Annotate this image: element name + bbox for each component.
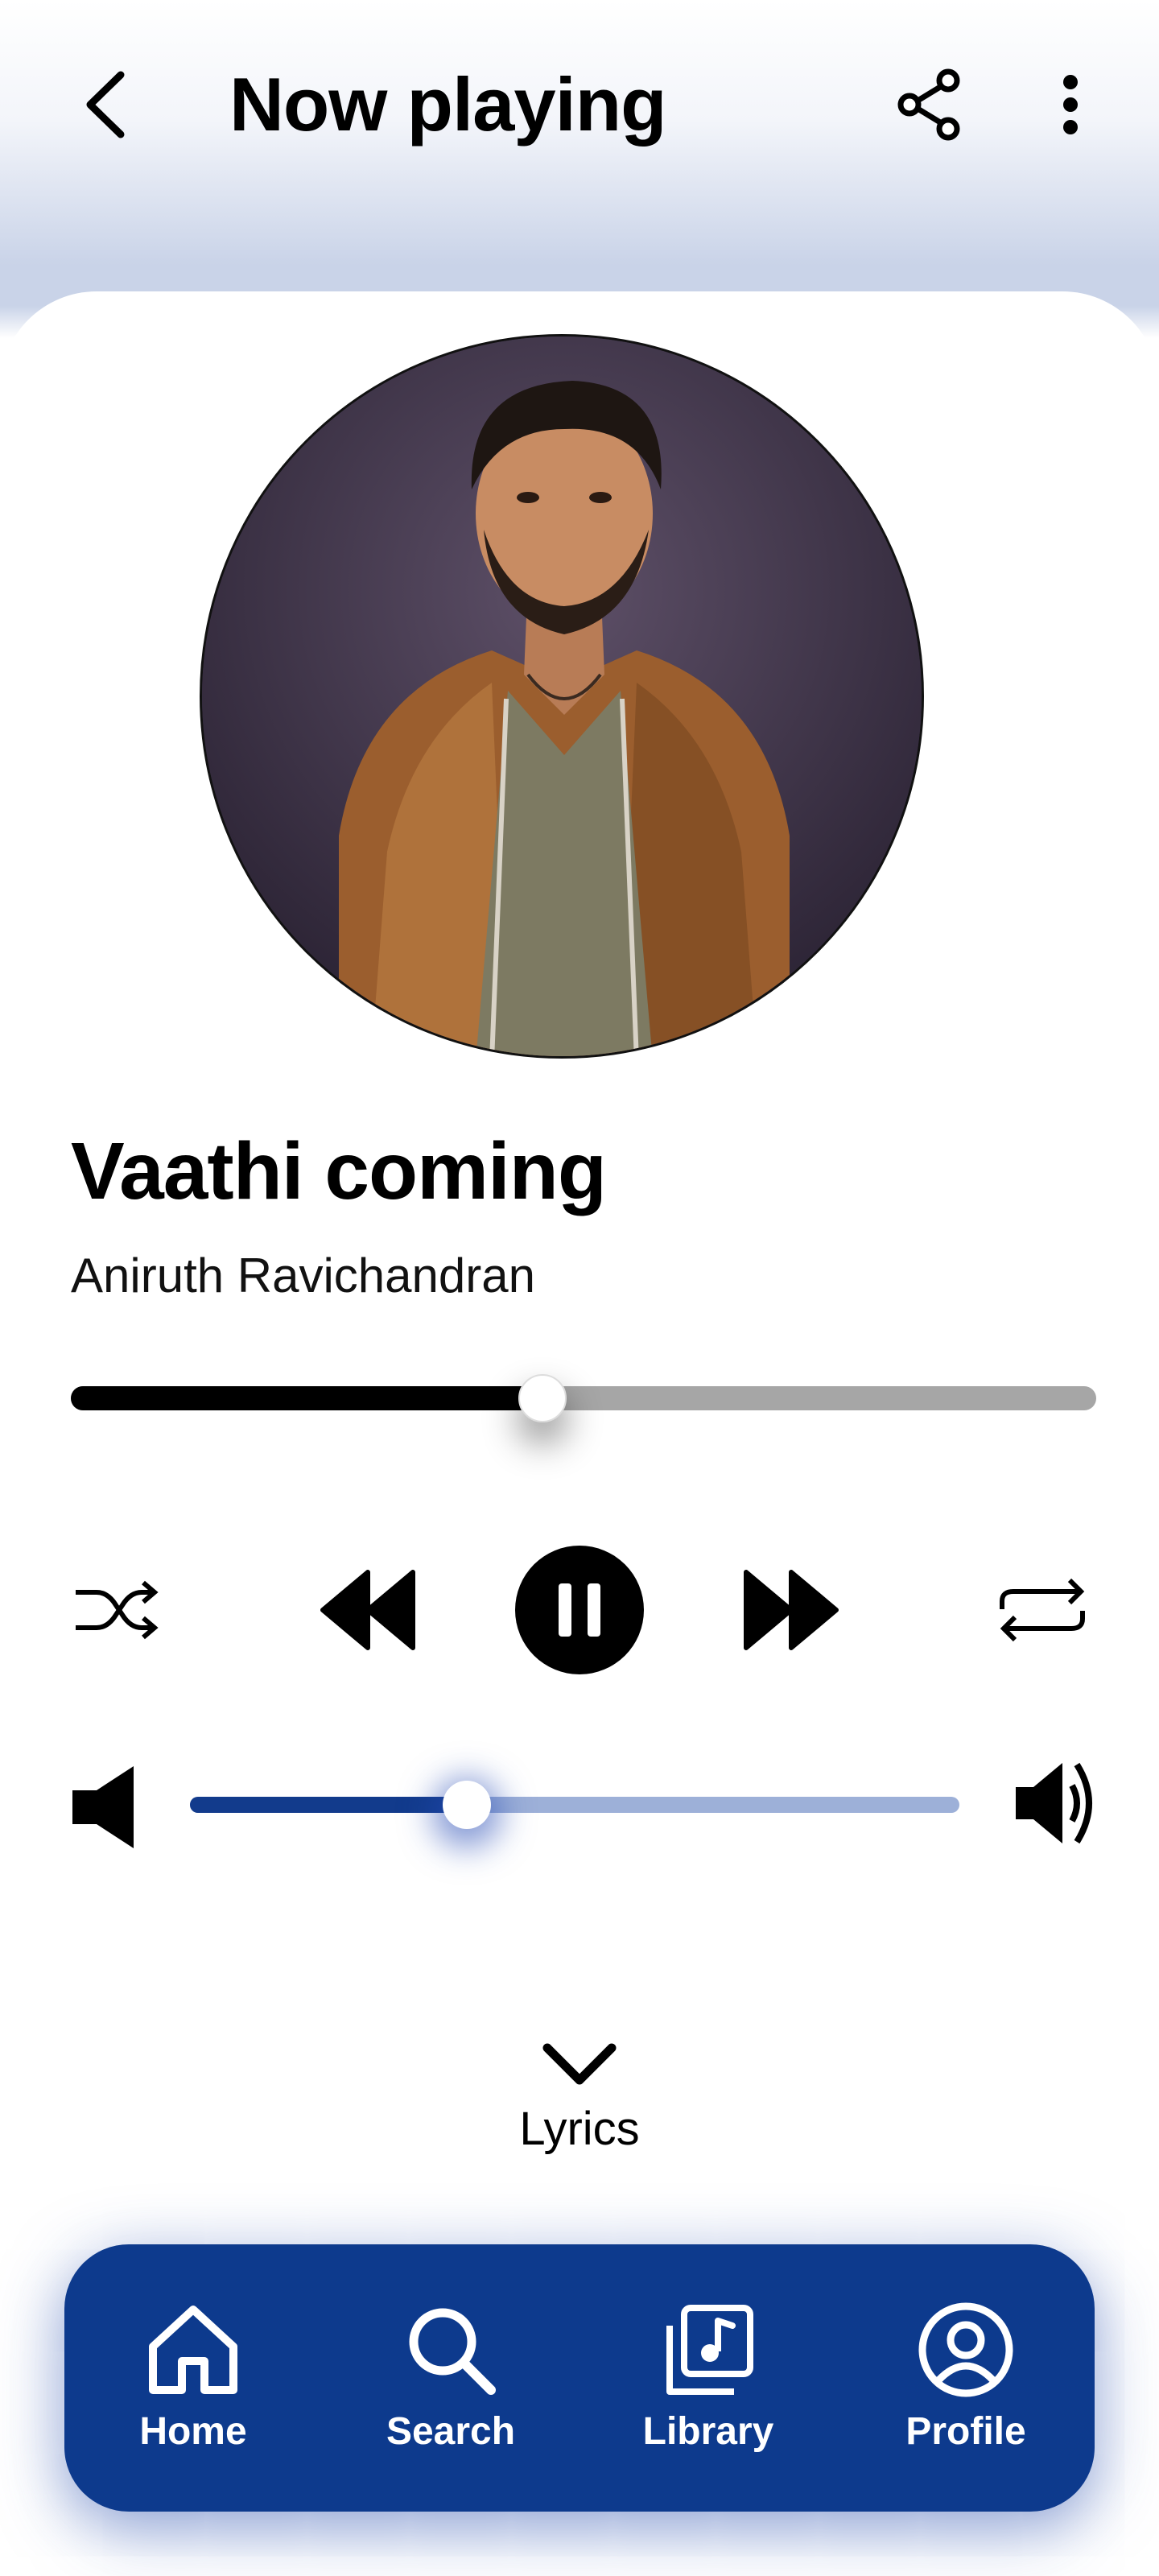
nav-item-home[interactable]: Home [89,2301,298,2454]
nav-item-search[interactable]: Search [346,2301,555,2454]
next-button[interactable] [732,1554,845,1666]
chevron-left-icon [86,71,125,138]
profile-icon [918,2302,1013,2397]
shuffle-button[interactable] [64,1562,169,1658]
previous-button[interactable] [314,1554,427,1666]
lyrics-label: Lyrics [519,2103,640,2155]
artist-portrait-image [202,336,922,1056]
more-vertical-icon [1063,75,1078,134]
nav-label-profile: Profile [905,2410,1026,2453]
album-art [200,334,924,1059]
volume-thumb[interactable] [443,1781,492,1829]
nav-item-library[interactable]: Library [604,2301,813,2454]
search-icon [409,2308,496,2395]
back-button[interactable] [64,56,145,153]
rewind-icon [320,1570,415,1650]
bottom-nav: Home Search Library Profile [64,2244,1095,2512]
library-icon [666,2305,753,2395]
pause-button[interactable] [515,1546,644,1674]
volume-fill [190,1797,468,1813]
track-artist: Aniruth Ravichandran [71,1249,536,1302]
volume-high-button[interactable] [1013,1747,1101,1860]
home-icon [149,2306,237,2394]
more-options-button[interactable] [1030,56,1111,153]
volume-low-button[interactable] [69,1763,142,1852]
fast-forward-icon [744,1570,839,1650]
nav-label-search: Search [386,2410,516,2453]
pause-icon [559,1583,600,1637]
nav-label-library: Library [642,2410,774,2453]
progress-thumb[interactable] [518,1374,567,1422]
volume-low-icon [72,1766,134,1848]
page-title: Now playing [229,62,667,147]
progress-fill [71,1386,543,1410]
track-title: Vaathi coming [71,1126,607,1216]
lyrics-toggle[interactable]: Lyrics [459,2037,700,2190]
shuffle-icon [76,1580,159,1640]
repeat-icon [1000,1578,1085,1642]
chevron-down-icon [542,2043,617,2085]
volume-high-icon [1016,1762,1092,1844]
nav-label-home: Home [139,2410,247,2453]
nav-item-profile[interactable]: Profile [861,2301,1070,2454]
repeat-button[interactable] [986,1562,1099,1658]
share-button[interactable] [885,56,974,153]
share-icon [897,68,960,141]
